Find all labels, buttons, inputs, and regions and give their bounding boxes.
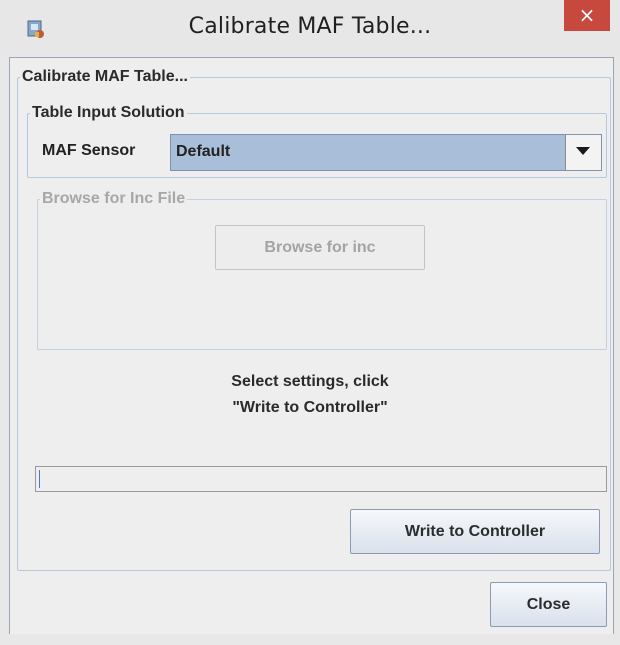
calibrate-group-legend: Calibrate MAF Table... [22, 68, 188, 85]
dropdown-arrow-button[interactable] [565, 135, 601, 170]
caret-down-icon [576, 147, 590, 155]
maf-sensor-dropdown[interactable]: Default [170, 134, 602, 171]
browse-inc-group-legend: Browse for Inc File [42, 190, 186, 207]
close-window-button[interactable]: × [564, 0, 610, 31]
maf-sensor-label: MAF Sensor [42, 142, 136, 159]
table-input-group-legend: Table Input Solution [32, 104, 185, 121]
instruction-message: Select settings, click "Write to Control… [0, 369, 620, 421]
progress-bar [35, 466, 607, 492]
write-to-controller-button[interactable]: Write to Controller [350, 509, 600, 554]
calibrate-maf-dialog: Calibrate MAF Table... × Calibrate MAF T… [0, 0, 620, 645]
browse-inc-group: Browse for Inc File [37, 190, 607, 350]
progress-bar-fill [39, 470, 40, 488]
maf-sensor-selected-value: Default [176, 143, 231, 160]
window-bottom-border [0, 634, 620, 645]
instruction-line-2: "Write to Controller" [232, 399, 388, 416]
close-icon: × [578, 3, 596, 27]
window-title: Calibrate MAF Table... [188, 14, 432, 39]
title-bar[interactable]: Calibrate MAF Table... × [0, 0, 620, 55]
close-button[interactable]: Close [490, 582, 607, 627]
instruction-line-1: Select settings, click [231, 373, 389, 390]
browse-for-inc-button[interactable]: Browse for inc [215, 225, 425, 270]
